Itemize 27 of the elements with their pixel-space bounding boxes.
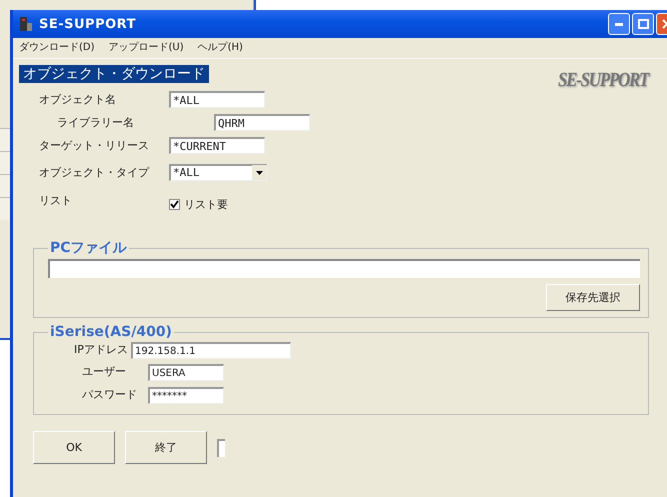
list-checkbox[interactable]: リスト要: [169, 197, 228, 212]
text-field[interactable]: *ALL: [169, 91, 265, 108]
menu-item[interactable]: ヘルプ(H): [198, 40, 243, 56]
dropdown[interactable]: *ALL: [169, 164, 267, 180]
save-location-button[interactable]: 保存先選択: [546, 284, 640, 311]
text-field[interactable]: *CURRENT: [169, 137, 265, 154]
text-field[interactable]: *******: [148, 387, 224, 404]
window-title: SE-SUPPORT: [39, 16, 136, 32]
dialog-button[interactable]: 終了: [125, 431, 207, 464]
group-title: PCファイル: [49, 239, 128, 257]
field-label: ライブラリー名: [56, 115, 135, 130]
menu-item[interactable]: ダウンロード(D): [19, 40, 95, 56]
field-label: リスト: [39, 193, 73, 208]
text-field[interactable]: USERA: [148, 364, 224, 381]
group-title: iSerise(AS/400): [49, 324, 173, 340]
field-label: オブジェクト・タイプ: [39, 164, 150, 180]
menu-item[interactable]: アップロード(U): [108, 40, 184, 56]
dialog-button[interactable]: OK: [33, 431, 115, 464]
field-label: ターゲット・リリース: [39, 138, 150, 153]
field-label: IPアドレス: [74, 342, 129, 357]
logo: SE-SUPPORT: [558, 69, 648, 92]
text-field[interactable]: QHRM: [214, 114, 310, 131]
field-label: オブジェクト名: [39, 92, 117, 107]
text-field[interactable]: 192.158.1.1: [131, 342, 291, 359]
field-label: ユーザー: [82, 364, 127, 379]
section-heading: オブジェクト・ダウンロード: [19, 65, 209, 83]
field-label: パスワード: [82, 387, 138, 402]
